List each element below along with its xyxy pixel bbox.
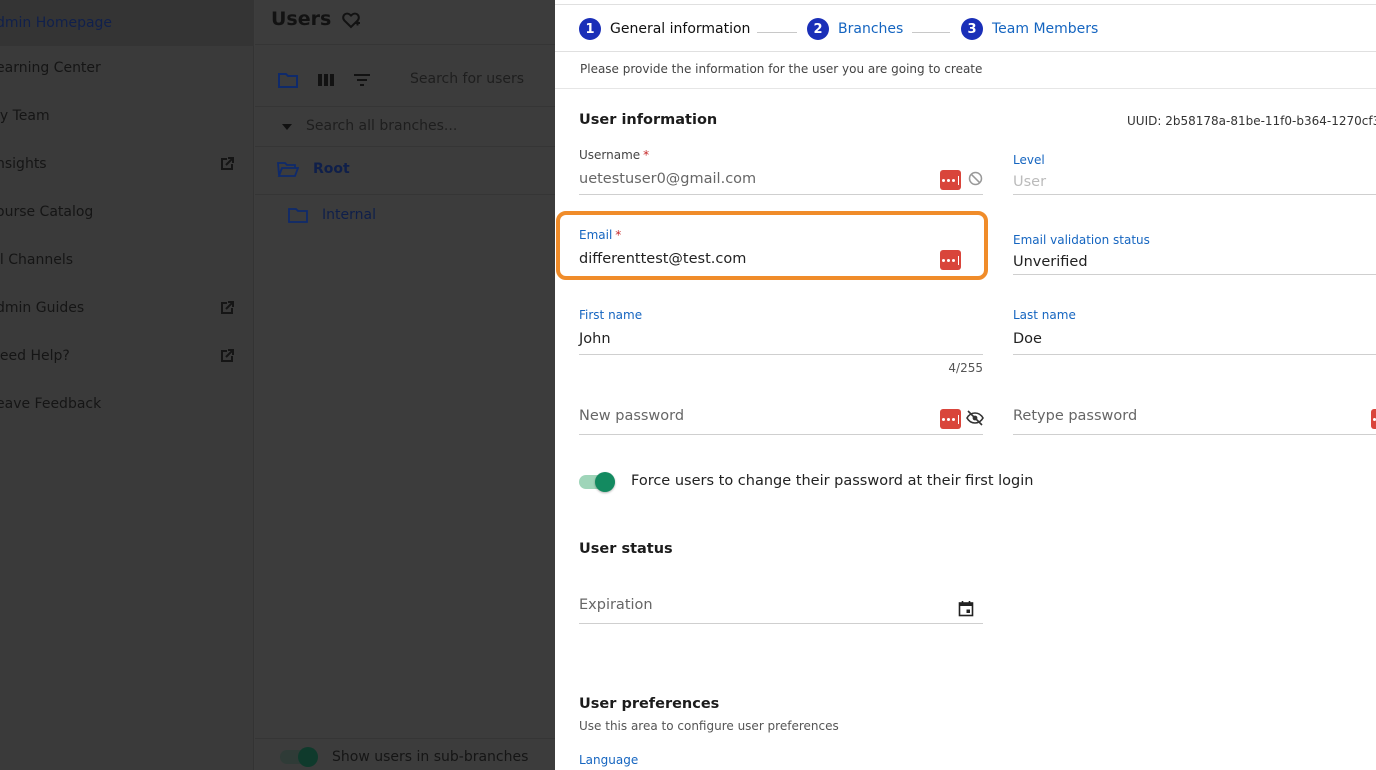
- sidebar-item-my-team[interactable]: ly Team: [0, 93, 254, 139]
- level-select[interactable]: Level User: [1013, 153, 1376, 195]
- external-link-icon: [221, 157, 234, 170]
- level-placeholder: User: [1013, 174, 1047, 190]
- email-validation-status-field: Email validation status Unverified: [1013, 233, 1376, 275]
- expiration-placeholder: Expiration: [579, 597, 653, 613]
- sidebar-item-label: ll Channels: [0, 252, 73, 268]
- username-field[interactable]: Username * uetestuser0@gmail.com: [579, 148, 983, 195]
- force-password-change-toggle[interactable]: [579, 471, 615, 493]
- eye-off-icon[interactable]: [966, 410, 984, 426]
- first-name-label: First name: [579, 308, 643, 322]
- filter-icon[interactable]: [352, 71, 372, 89]
- sidebar-item-label: ourse Catalog: [0, 204, 94, 220]
- folder-icon: [288, 208, 308, 223]
- sidebar-item-label: dmin Guides: [0, 300, 85, 316]
- step-general-information[interactable]: 1 General information: [579, 18, 750, 40]
- favorite-heart-icon[interactable]: [341, 10, 361, 30]
- sidebar-item-label: eave Feedback: [0, 396, 102, 412]
- tree-node-label: Internal: [322, 207, 376, 223]
- sidebar-item-admin-guides[interactable]: dmin Guides: [0, 285, 254, 331]
- sidebar-item-label: leed Help?: [0, 348, 70, 364]
- step-team-members[interactable]: 3 Team Members: [961, 18, 1098, 40]
- language-select[interactable]: Language: [579, 753, 983, 770]
- columns-icon[interactable]: [316, 71, 336, 89]
- step-label: Branches: [838, 21, 904, 37]
- username-label: Username *: [579, 148, 650, 162]
- divider: [555, 88, 1376, 89]
- stepper: 1 General information 2 Branches 3 Team …: [555, 4, 1376, 52]
- email-validation-status-value: Unverified: [1013, 254, 1088, 270]
- first-name-value: John: [579, 331, 611, 347]
- sidebar-item-leave-feedback[interactable]: eave Feedback: [0, 381, 254, 427]
- section-title-user-preferences: User preferences: [579, 696, 720, 712]
- page-title: Users: [271, 8, 332, 30]
- uuid-label: UUID: 2b58178a-81be-11f0-b364-1270cf39cb: [1127, 114, 1376, 128]
- toggle-switch[interactable]: [280, 747, 318, 767]
- sidebar: dmin Homepage earning Center ly Team nsi…: [0, 0, 254, 770]
- username-value: uetestuser0@gmail.com: [579, 171, 757, 187]
- folder-open-icon: [277, 162, 299, 177]
- sidebar-item-insights[interactable]: nsights: [0, 141, 254, 187]
- user-preferences-description: Use this area to configure user preferen…: [579, 719, 839, 733]
- level-label: Level: [1013, 153, 1045, 167]
- last-name-label: Last name: [1013, 308, 1076, 322]
- tree-node-root[interactable]: Root: [277, 160, 350, 178]
- sidebar-item-label: dmin Homepage: [0, 15, 113, 31]
- step-number: 3: [961, 18, 983, 40]
- step-number: 2: [807, 18, 829, 40]
- sidebar-item-learning-center[interactable]: earning Center: [0, 45, 254, 91]
- tree-node-label: Root: [313, 161, 350, 177]
- subbranch-toggle-label: Show users in sub-branches: [332, 749, 529, 765]
- step-label: Team Members: [992, 21, 1099, 37]
- branch-search-input[interactable]: Search all branches...: [306, 118, 457, 134]
- email-validation-status-label: Email validation status: [1013, 233, 1150, 247]
- character-counter: 4/255: [948, 361, 983, 375]
- section-title-user-status: User status: [579, 541, 673, 557]
- calendar-icon[interactable]: [958, 600, 974, 617]
- step-number: 1: [579, 18, 601, 40]
- sidebar-item-all-channels[interactable]: ll Channels: [0, 237, 254, 283]
- disabled-icon: [968, 171, 983, 186]
- users-panel: Users Search for users Search all branch…: [255, 0, 555, 770]
- step-label: General information: [610, 21, 751, 37]
- external-link-icon: [221, 301, 234, 314]
- external-link-icon: [221, 349, 234, 362]
- sidebar-item-label: earning Center: [0, 60, 101, 76]
- force-password-change-label: Force users to change their password at …: [631, 473, 1034, 489]
- step-branches[interactable]: 2 Branches: [807, 18, 903, 40]
- sidebar-item-need-help[interactable]: leed Help?: [0, 333, 254, 379]
- subbranch-toggle[interactable]: Show users in sub-branches: [280, 747, 529, 767]
- caret-down-icon[interactable]: [282, 124, 292, 130]
- password-manager-icon[interactable]: [1371, 409, 1376, 429]
- section-title-user-information: User information: [579, 112, 718, 128]
- sidebar-item-admin-homepage[interactable]: dmin Homepage: [0, 0, 254, 46]
- first-name-field[interactable]: First name John 4/255: [579, 308, 983, 378]
- email-field-highlight: [556, 211, 988, 280]
- expiration-date-field[interactable]: Expiration: [579, 594, 983, 624]
- users-search-input[interactable]: Search for users: [410, 71, 524, 87]
- step-connector: [912, 32, 950, 33]
- language-label: Language: [579, 753, 639, 767]
- sidebar-item-course-catalog[interactable]: ourse Catalog: [0, 189, 254, 235]
- form-hint: Please provide the information for the u…: [580, 62, 983, 76]
- create-user-modal: 1 General information 2 Branches 3 Team …: [555, 0, 1376, 770]
- tree-node-internal[interactable]: Internal: [288, 206, 376, 224]
- step-connector: [757, 32, 797, 33]
- sidebar-item-label: ly Team: [0, 108, 50, 124]
- last-name-value: Doe: [1013, 331, 1042, 347]
- sidebar-item-label: nsights: [0, 156, 47, 172]
- folder-view-icon[interactable]: [278, 71, 298, 89]
- last-name-field[interactable]: Last name Doe: [1013, 308, 1376, 355]
- retype-password-placeholder: Retype password: [1013, 408, 1138, 424]
- password-manager-icon[interactable]: [940, 409, 961, 429]
- retype-password-field[interactable]: Retype password: [1013, 405, 1376, 435]
- new-password-field[interactable]: New password: [579, 405, 984, 435]
- new-password-placeholder: New password: [579, 408, 685, 424]
- password-manager-icon[interactable]: [940, 170, 961, 190]
